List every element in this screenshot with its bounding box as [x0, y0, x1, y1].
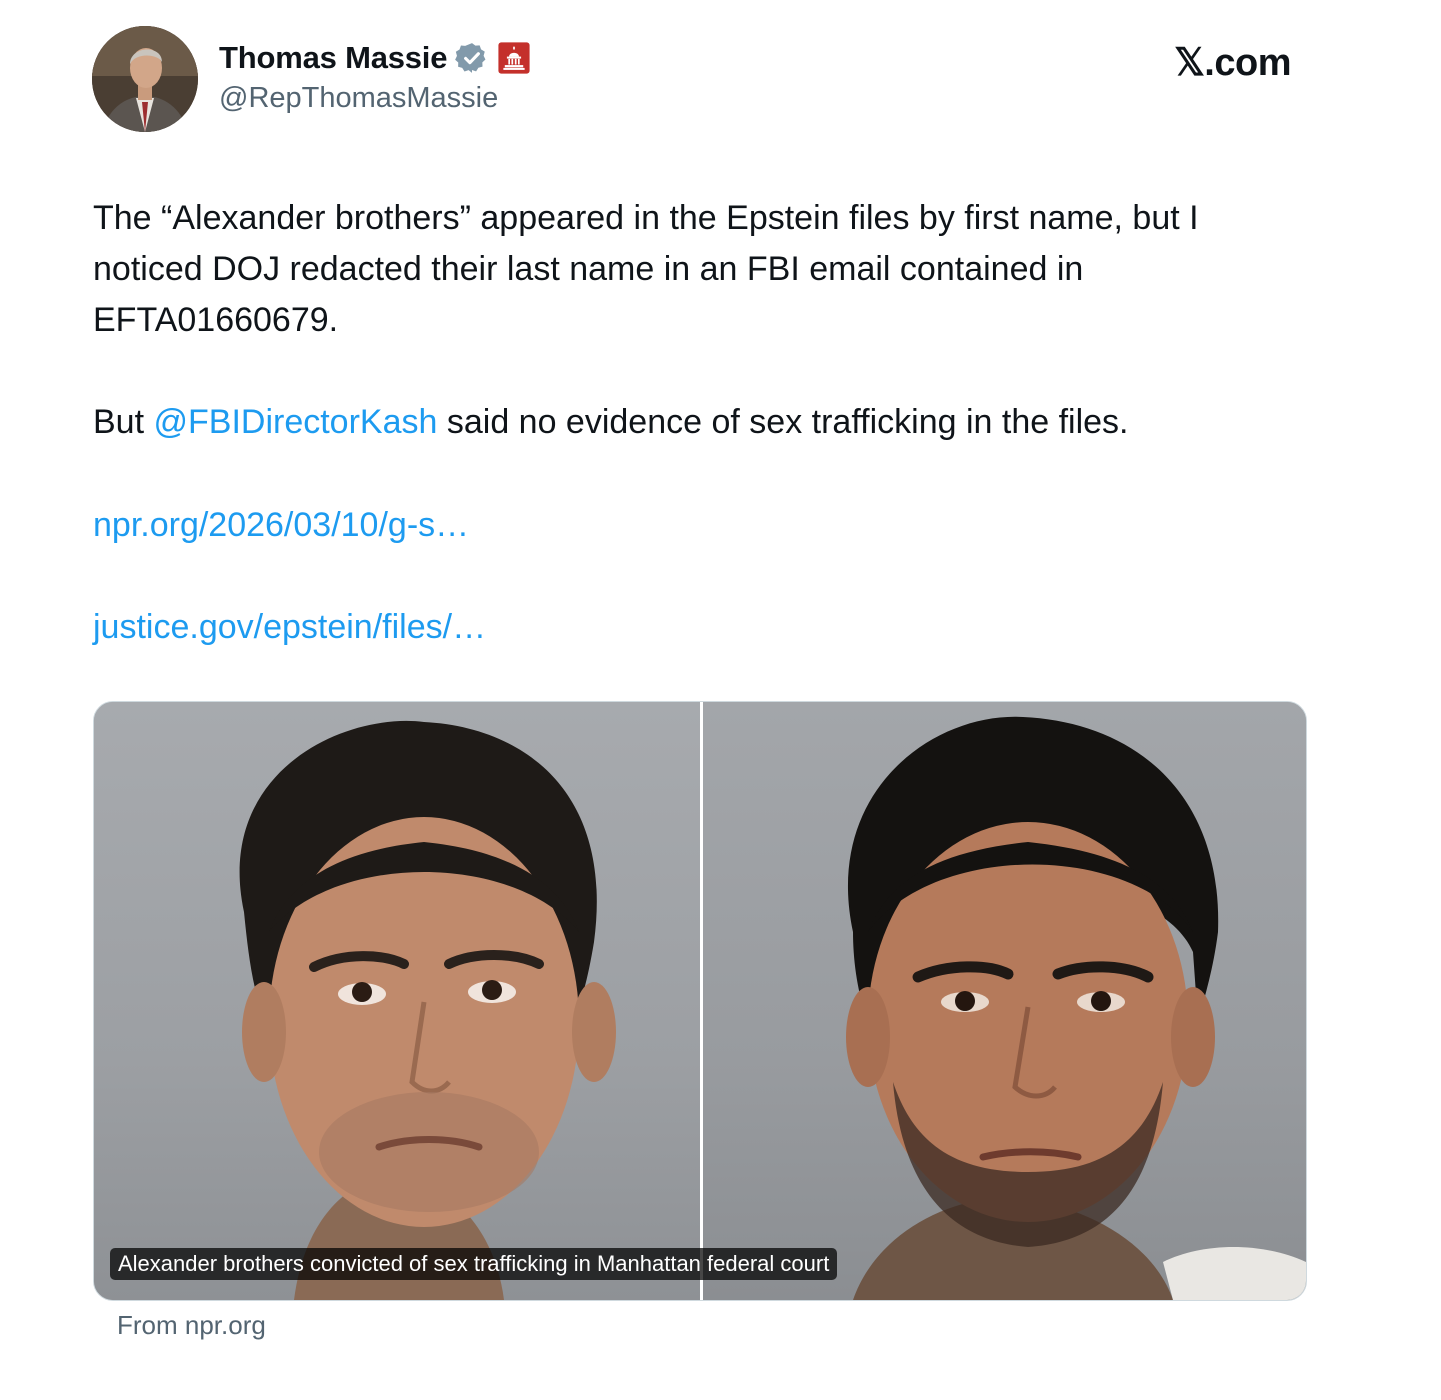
tweet-paragraph-2: But @FBIDirectorKash said no evidence of…: [93, 397, 1313, 448]
x-com-label: 𝕏.com: [1174, 42, 1291, 84]
paragraph-2-prefix: But: [93, 403, 154, 441]
paragraph-2-suffix: said no evidence of sex trafficking in t…: [437, 403, 1129, 441]
author-name-row: Thomas Massie: [219, 38, 531, 78]
card-source[interactable]: From npr.org: [117, 1310, 266, 1341]
link-preview-card[interactable]: Alexander brothers convicted of sex traf…: [93, 701, 1307, 1301]
tweet-text: The “Alexander brothers” appeared in the…: [93, 193, 1313, 448]
link-justice-gov[interactable]: justice.gov/epstein/files/…: [93, 602, 486, 653]
avatar[interactable]: [92, 26, 198, 132]
government-badge-icon: [497, 41, 531, 75]
tweet-paragraph-1: The “Alexander brothers” appeared in the…: [93, 199, 1199, 339]
mugshot-left-image: [94, 702, 700, 1300]
display-name[interactable]: Thomas Massie: [219, 40, 447, 76]
mugshot-right-image: [703, 702, 1306, 1300]
card-caption: Alexander brothers convicted of sex traf…: [110, 1248, 838, 1280]
verified-badge-icon: [455, 41, 489, 75]
mention-fbidirectorkash[interactable]: @FBIDirectorKash: [153, 403, 437, 441]
author-handle[interactable]: @RepThomasMassie: [219, 82, 498, 115]
avatar-image: [92, 26, 198, 132]
tweet: Thomas Massie @RepThomasMassie 𝕏.com The…: [0, 0, 1441, 1400]
link-npr[interactable]: npr.org/2026/03/10/g-s…: [93, 500, 469, 551]
